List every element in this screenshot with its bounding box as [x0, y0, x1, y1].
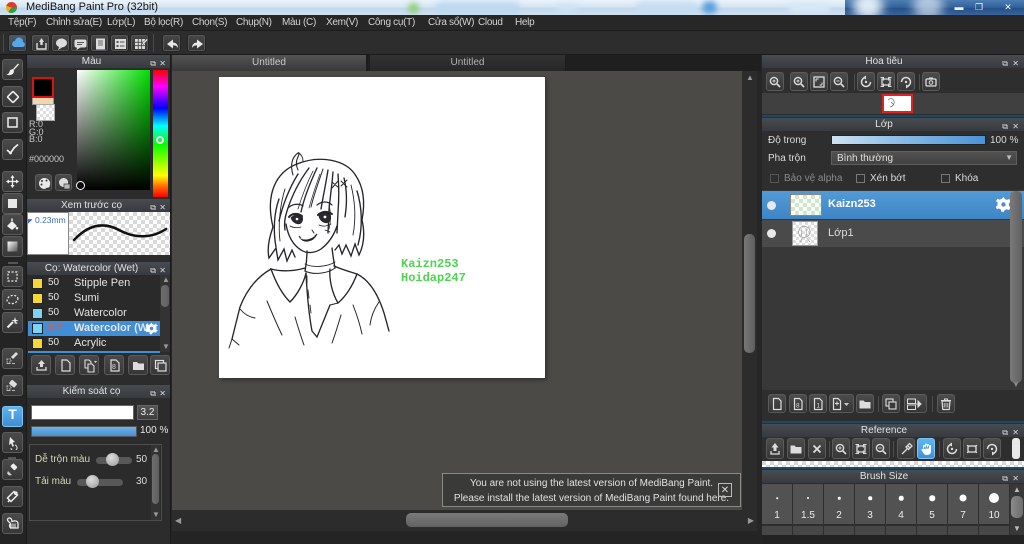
- svg-text:8: 8: [796, 403, 800, 410]
- svg-text:Kaizn253: Kaizn253: [401, 257, 459, 271]
- svg-text:1: 1: [816, 403, 820, 410]
- svg-text:8: 8: [112, 364, 116, 371]
- svg-text:Hoidap247: Hoidap247: [401, 271, 466, 285]
